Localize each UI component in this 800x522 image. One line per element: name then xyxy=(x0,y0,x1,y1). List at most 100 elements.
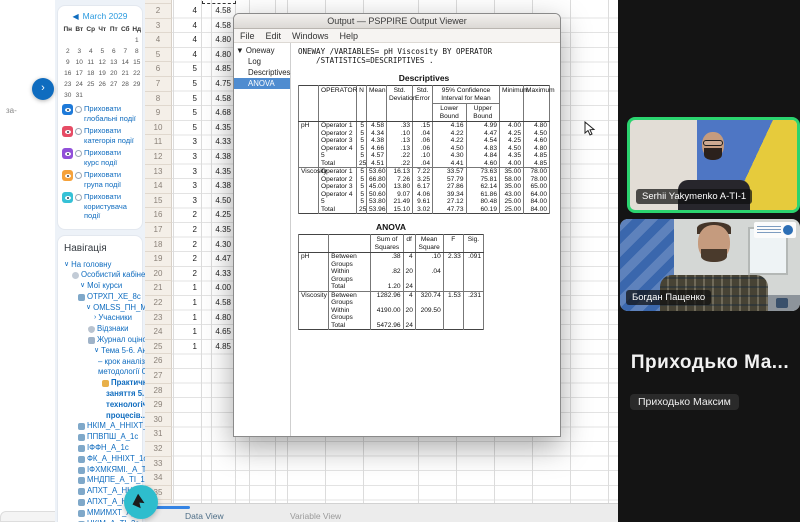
output-tree-item-descriptives[interactable]: Descriptives xyxy=(234,67,290,78)
nav-item[interactable]: ІФФН_А_1с xyxy=(62,443,138,454)
cell-ph[interactable]: 4.35 xyxy=(202,165,236,180)
cell-operator[interactable]: 5 xyxy=(172,77,202,92)
nav-item-label[interactable]: НКІМ_А_ТІ_2с xyxy=(87,519,139,522)
nav-item[interactable]: ›Учасники xyxy=(62,313,138,324)
row-number[interactable]: 6 xyxy=(145,62,172,77)
calendar-date[interactable]: 12 xyxy=(97,57,109,68)
nav-item-label[interactable]: Мої курси xyxy=(87,281,122,292)
nav-item-label[interactable]: заняття 5. Аналі xyxy=(106,389,145,400)
nav-item[interactable]: ІФХМКЯМІ._А_ТІ_ xyxy=(62,465,138,476)
window-titlebar[interactable]: Output — PSPPIRE Output Viewer xyxy=(234,14,560,29)
cell-ph[interactable]: 4.47 xyxy=(202,252,236,267)
cell-operator[interactable] xyxy=(172,486,202,501)
event-toggle[interactable]: Приховати категорія події xyxy=(62,126,138,145)
cell-ph[interactable]: 4.65 xyxy=(202,325,236,340)
calendar-date[interactable]: 15 xyxy=(131,57,143,68)
calendar-date[interactable]: 21 xyxy=(120,68,132,79)
cell-ph[interactable] xyxy=(202,486,236,501)
chevron-icon[interactable]: › xyxy=(94,313,96,324)
row-number[interactable]: 12 xyxy=(145,150,172,165)
nav-item[interactable]: ППВПШ_А_1с xyxy=(62,432,138,443)
cell-ph[interactable]: 4.50 xyxy=(202,194,236,209)
calendar-date[interactable]: 2 xyxy=(62,46,74,57)
calendar-date[interactable]: 8 xyxy=(131,46,143,57)
row-number[interactable]: 25 xyxy=(145,340,172,355)
row-number[interactable]: 7 xyxy=(145,77,172,92)
nav-item-label[interactable]: ППВПШ_А_1с xyxy=(87,432,138,443)
calendar-date[interactable]: 9 xyxy=(62,57,74,68)
row-number[interactable]: 2 xyxy=(145,4,172,19)
chevron-icon[interactable]: ∨ xyxy=(86,303,91,314)
cell-ph[interactable]: 4.33 xyxy=(202,267,236,282)
nav-item[interactable]: процесів.. xyxy=(62,411,138,422)
cell-operator[interactable]: 5 xyxy=(172,121,202,136)
calendar-date[interactable]: 16 xyxy=(62,68,74,79)
cell-ph[interactable]: 4.25 xyxy=(202,208,236,223)
cell-operator[interactable]: 4 xyxy=(172,19,202,34)
cell-ph[interactable] xyxy=(202,471,236,486)
row-number[interactable]: 8 xyxy=(145,92,172,107)
cell-ph[interactable]: 4.80 xyxy=(202,311,236,326)
row-number[interactable]: 32 xyxy=(145,442,172,457)
nav-item-label[interactable]: – крок аналізу xyxy=(98,357,145,368)
nav-item[interactable]: технологічних xyxy=(62,400,138,411)
cell-ph[interactable] xyxy=(202,457,236,472)
nav-item-label[interactable]: Тема 5-6. Анал xyxy=(101,346,145,357)
row-number[interactable]: 20 xyxy=(145,267,172,282)
cell-ph[interactable]: 4.85 xyxy=(202,62,236,77)
nav-item[interactable]: ФК_А_ННІХТ_1с xyxy=(62,454,138,465)
cell-operator[interactable] xyxy=(172,413,202,428)
event-toggle-label[interactable]: Приховати глобальні події xyxy=(84,104,138,123)
nav-item-label[interactable]: Журнал оцінок xyxy=(97,335,145,346)
calendar-date[interactable]: 14 xyxy=(120,57,132,68)
cell-viscosity[interactable] xyxy=(236,457,276,472)
cell-ph[interactable]: 4.38 xyxy=(202,150,236,165)
cell-ph[interactable] xyxy=(202,354,236,369)
cell-operator[interactable] xyxy=(172,398,202,413)
calendar-date[interactable]: 13 xyxy=(108,57,120,68)
event-toggle-label[interactable]: Приховати група події xyxy=(84,170,138,189)
nav-item[interactable]: НКІМ_А_ТІ_2с xyxy=(62,519,138,522)
nav-item[interactable]: МНДПЕ_А_ТІ_1с xyxy=(62,475,138,486)
cell-operator[interactable]: 2 xyxy=(172,223,202,238)
cell-operator[interactable]: 4 xyxy=(172,4,202,19)
floating-action-button[interactable] xyxy=(124,485,158,519)
row-number[interactable]: 33 xyxy=(145,457,172,472)
tab-data-view[interactable]: Data View xyxy=(185,511,224,521)
cell-ph[interactable]: 4.68 xyxy=(202,106,236,121)
cell-ph[interactable]: 4.38 xyxy=(202,179,236,194)
row-number[interactable]: 31 xyxy=(145,427,172,442)
cell-viscosity[interactable] xyxy=(236,471,276,486)
cell-ph[interactable]: 4.80 xyxy=(202,48,236,63)
calendar-date[interactable]: 7 xyxy=(120,46,132,57)
nav-item-label[interactable]: ОТРХП_ХЕ_8с xyxy=(87,292,141,303)
cell-ph[interactable]: 4.85 xyxy=(202,340,236,355)
calendar-date[interactable]: 24 xyxy=(74,79,86,90)
calendar-date[interactable]: 29 xyxy=(131,79,143,90)
cell-operator[interactable]: 3 xyxy=(172,150,202,165)
nav-item[interactable]: заняття 5. Аналі xyxy=(62,389,138,400)
row-number[interactable]: 13 xyxy=(145,165,172,180)
menu-edit[interactable]: Edit xyxy=(266,31,282,41)
nav-item[interactable]: ∨На головну xyxy=(62,260,138,271)
cell-operator[interactable]: 3 xyxy=(172,135,202,150)
nav-item[interactable]: Практичне xyxy=(62,378,138,389)
row-number[interactable]: 10 xyxy=(145,121,172,136)
event-toggle-label[interactable]: Приховати користувача події xyxy=(84,192,138,221)
cell-operator[interactable]: 1 xyxy=(172,325,202,340)
cell-operator[interactable]: 1 xyxy=(172,281,202,296)
row-number[interactable]: 18 xyxy=(145,238,172,253)
calendar-date[interactable]: 22 xyxy=(131,68,143,79)
cell-operator[interactable]: 4 xyxy=(172,48,202,63)
cell-operator[interactable]: 3 xyxy=(172,179,202,194)
cell-ph[interactable] xyxy=(202,413,236,428)
output-tree-item-log[interactable]: Log xyxy=(234,56,290,67)
calendar-date[interactable]: 27 xyxy=(108,79,120,90)
cell-ph[interactable] xyxy=(202,427,236,442)
cell-operator[interactable]: 2 xyxy=(172,238,202,253)
nav-item-label[interactable]: ІФХМКЯМІ._А_ТІ_ xyxy=(87,465,145,476)
row-number[interactable]: 4 xyxy=(145,33,172,48)
row-number[interactable]: 26 xyxy=(145,354,172,369)
calendar-date[interactable]: 4 xyxy=(85,46,97,57)
cell-ph[interactable]: 4.33 xyxy=(202,135,236,150)
